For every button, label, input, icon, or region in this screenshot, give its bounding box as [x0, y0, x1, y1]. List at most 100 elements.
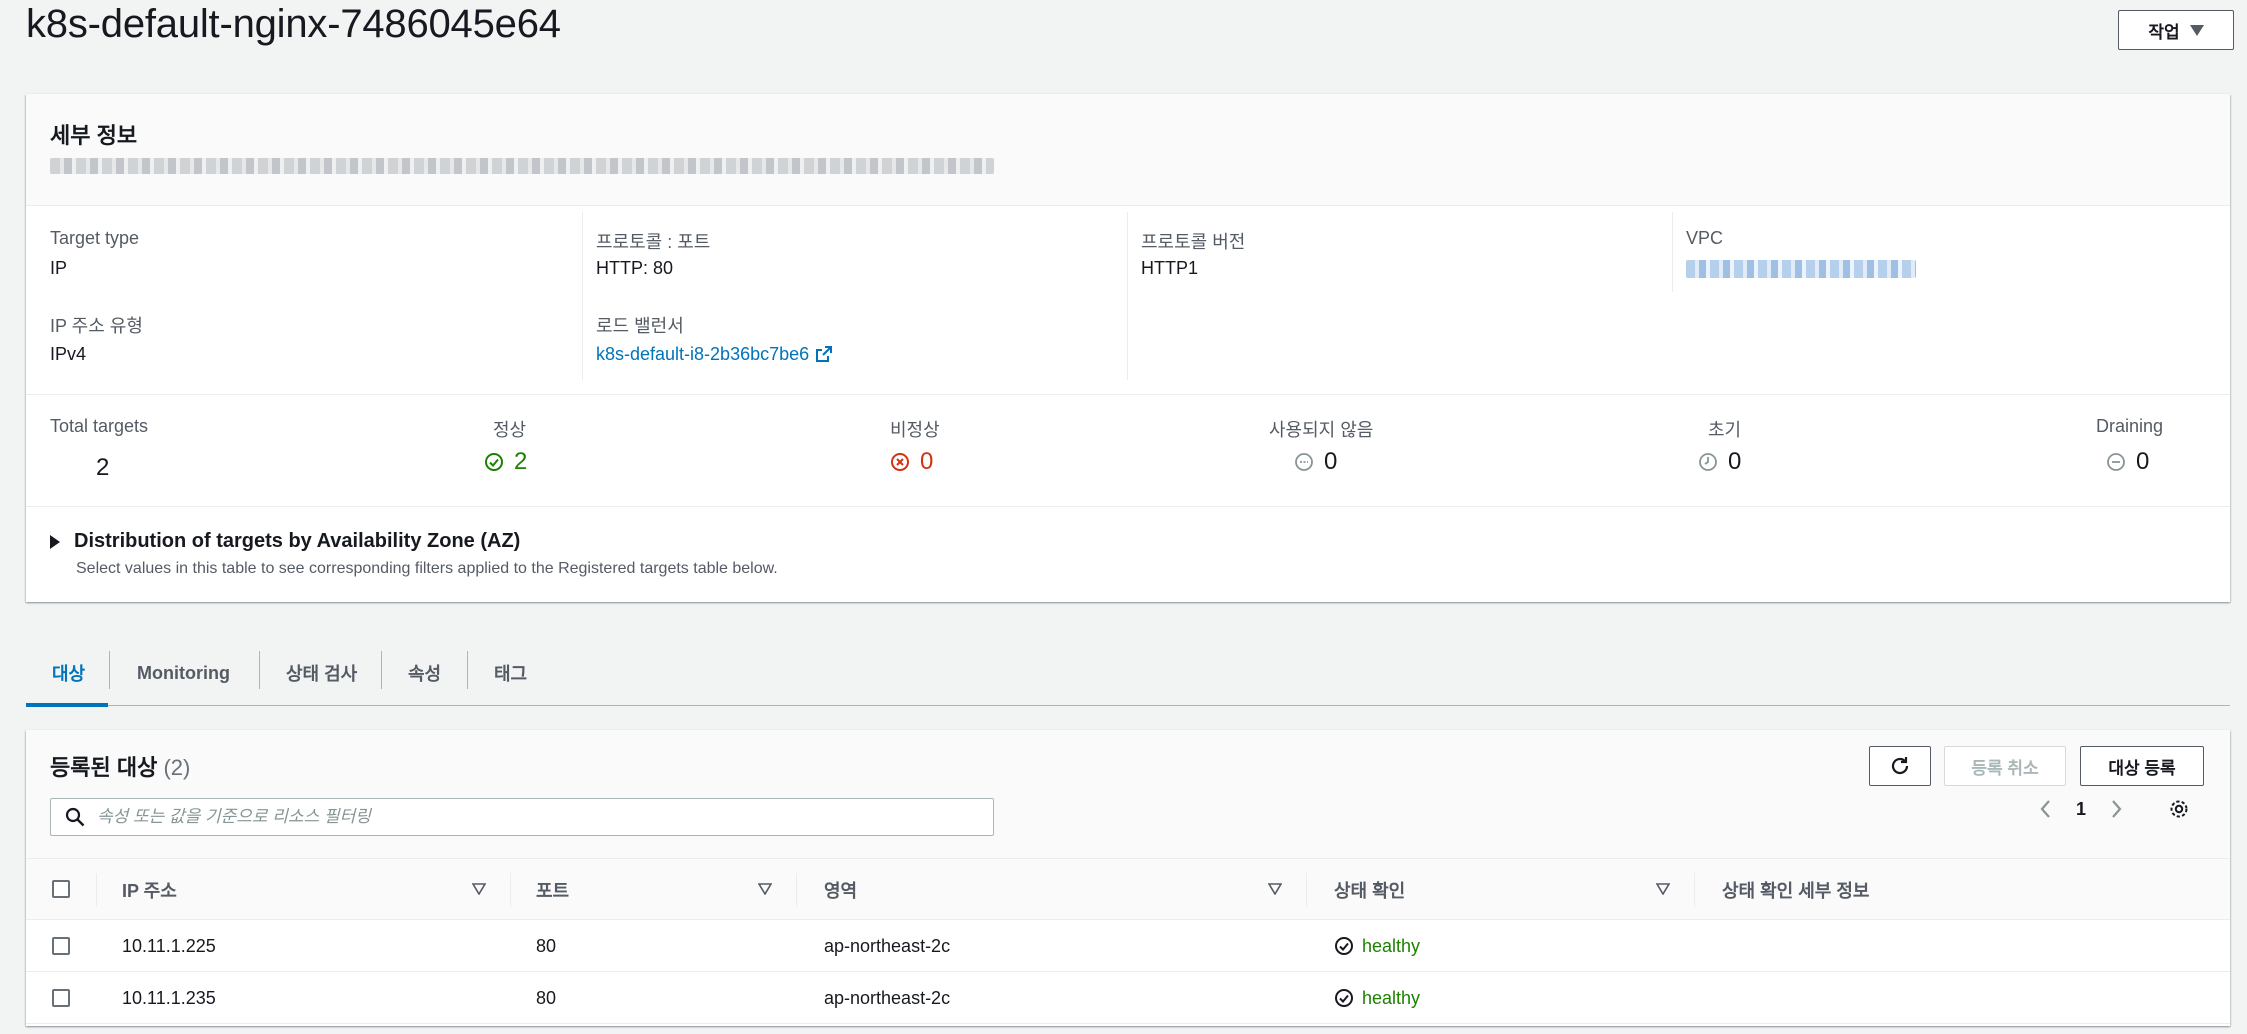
- unhealthy-count: 0: [920, 448, 934, 475]
- details-panel: 세부 정보 Target type IP 프로토콜 : 포트 HTTP: 80 …: [26, 94, 2230, 602]
- row-checkbox[interactable]: [52, 989, 70, 1007]
- clock-icon: [1699, 453, 1717, 471]
- gear-icon[interactable]: [2168, 798, 2190, 820]
- chevron-right-icon[interactable]: [2110, 798, 2124, 820]
- active-tab-indicator: [26, 703, 108, 707]
- target-type-value: IP: [50, 258, 68, 278]
- az-distribution-title[interactable]: Distribution of targets by Availability …: [74, 530, 520, 553]
- protocol-version-value: HTTP1: [1141, 258, 1199, 278]
- x-circle-icon: [891, 453, 909, 471]
- az-distribution-toggle[interactable]: Distribution of targets by Availability …: [50, 530, 520, 553]
- column-divider: [1306, 873, 1307, 907]
- total-targets-label: Total targets: [50, 416, 149, 436]
- load-balancer-link-text[interactable]: k8s-default-i8-2b36bc7be6: [596, 344, 809, 364]
- cell-port: 80: [536, 987, 557, 1008]
- external-link-icon: [816, 346, 833, 362]
- column-ip-address[interactable]: IP 주소: [122, 859, 177, 921]
- unhealthy-stat: 0: [890, 448, 933, 476]
- sort-icon[interactable]: [1656, 883, 1670, 895]
- sort-icon[interactable]: [472, 883, 486, 895]
- column-divider: [96, 873, 97, 907]
- minus-circle-icon: [1295, 453, 1313, 471]
- actions-button-label: 작업: [2148, 22, 2180, 42]
- chevron-left-icon[interactable]: [2038, 798, 2052, 820]
- healthy-label: 정상: [493, 420, 527, 440]
- filter-input[interactable]: [97, 807, 977, 827]
- unhealthy-label: 비정상: [890, 420, 940, 440]
- deregister-button[interactable]: 등록 취소: [1944, 746, 2066, 786]
- tab-tags[interactable]: 태그: [494, 640, 527, 706]
- tab-divider: [109, 651, 110, 689]
- column-zone[interactable]: 영역: [824, 859, 857, 921]
- tab-attributes[interactable]: 속성: [408, 640, 441, 706]
- minus-circle-icon: [2107, 453, 2125, 471]
- health-status-text: healthy: [1362, 935, 1421, 956]
- divider: [1672, 212, 1673, 292]
- unused-label: 사용되지 않음: [1269, 420, 1374, 440]
- refresh-icon: [1891, 757, 1909, 775]
- register-targets-button[interactable]: 대상 등록: [2080, 746, 2204, 786]
- column-health-status[interactable]: 상태 확인: [1334, 859, 1405, 921]
- unused-stat: 0: [1294, 448, 1337, 476]
- tab-monitoring[interactable]: Monitoring: [137, 640, 230, 706]
- tab-targets[interactable]: 대상: [52, 640, 85, 706]
- cell-ip: 10.11.1.235: [122, 987, 216, 1008]
- column-divider: [796, 873, 797, 907]
- healthy-count: 2: [514, 448, 528, 475]
- select-all-checkbox[interactable]: [52, 880, 70, 898]
- cell-health: healthy: [1334, 920, 1420, 972]
- page-number[interactable]: 1: [2076, 799, 2086, 820]
- initial-count: 0: [1728, 448, 1742, 475]
- tab-divider: [381, 651, 382, 689]
- sort-icon[interactable]: [1268, 883, 1282, 895]
- tab-bar: 대상 Monitoring 상태 검사 속성 태그: [26, 640, 2230, 707]
- vpc-link[interactable]: [1686, 260, 1916, 278]
- search-icon: [65, 807, 85, 827]
- registered-targets-title: 등록된 대상 (2): [50, 750, 190, 782]
- table-header: IP 주소 포트 영역 상태 확인 상태 확인 세부 정보: [26, 858, 2230, 920]
- column-port[interactable]: 포트: [536, 859, 569, 921]
- table-row[interactable]: 10.11.1.235 80 ap-northeast-2c healthy: [26, 972, 2230, 1024]
- protocol-version-label: 프로토콜 버전: [1141, 232, 1246, 252]
- column-divider: [510, 873, 511, 907]
- draining-stat: 0: [2106, 448, 2149, 476]
- table-row[interactable]: 10.11.1.225 80 ap-northeast-2c healthy: [26, 920, 2230, 972]
- protocol-port-value: HTTP: 80: [596, 258, 674, 278]
- az-distribution-description: Select values in this table to see corre…: [76, 560, 778, 577]
- cell-ip: 10.11.1.225: [122, 935, 216, 956]
- row-checkbox[interactable]: [52, 937, 70, 955]
- initial-stat: 0: [1698, 448, 1741, 476]
- column-divider: [1694, 873, 1695, 907]
- caret-down-icon: [2189, 24, 2204, 36]
- cell-zone: ap-northeast-2c: [824, 987, 951, 1008]
- ip-address-type-value: IPv4: [50, 344, 87, 364]
- health-status-text: healthy: [1362, 987, 1421, 1008]
- pagination: 1: [2038, 798, 2190, 820]
- column-health-details[interactable]: 상태 확인 세부 정보: [1722, 859, 1869, 921]
- check-circle-icon: [1335, 937, 1353, 955]
- refresh-button[interactable]: [1869, 746, 1931, 786]
- details-header: [26, 94, 2230, 206]
- actions-button[interactable]: 작업: [2118, 10, 2234, 50]
- registered-targets-title-text: 등록된 대상: [50, 755, 158, 780]
- registered-targets-panel: 등록된 대상 (2) 등록 취소 대상 등록 1 IP 주소 포트 영역 상태 …: [26, 730, 2230, 1026]
- sort-icon[interactable]: [758, 883, 772, 895]
- details-title: 세부 정보: [50, 123, 138, 148]
- draining-count: 0: [2136, 448, 2150, 475]
- divider: [26, 506, 2230, 507]
- ip-address-type-label: IP 주소 유형: [50, 316, 143, 336]
- tab-divider: [259, 651, 260, 689]
- caret-right-icon: [50, 534, 60, 549]
- load-balancer-link[interactable]: k8s-default-i8-2b36bc7be6: [596, 344, 833, 365]
- total-targets-value: 2: [96, 454, 109, 482]
- tab-health-checks[interactable]: 상태 검사: [286, 640, 357, 706]
- page-title: k8s-default-nginx-7486045e64: [26, 2, 561, 46]
- redacted-arn: [50, 158, 994, 174]
- divider: [582, 212, 583, 380]
- divider: [26, 394, 2230, 395]
- filter-search[interactable]: [50, 798, 994, 836]
- initial-label: 초기: [1708, 420, 1742, 440]
- check-circle-icon: [1335, 989, 1353, 1007]
- draining-label: Draining: [2096, 416, 2164, 436]
- unused-count: 0: [1324, 448, 1338, 475]
